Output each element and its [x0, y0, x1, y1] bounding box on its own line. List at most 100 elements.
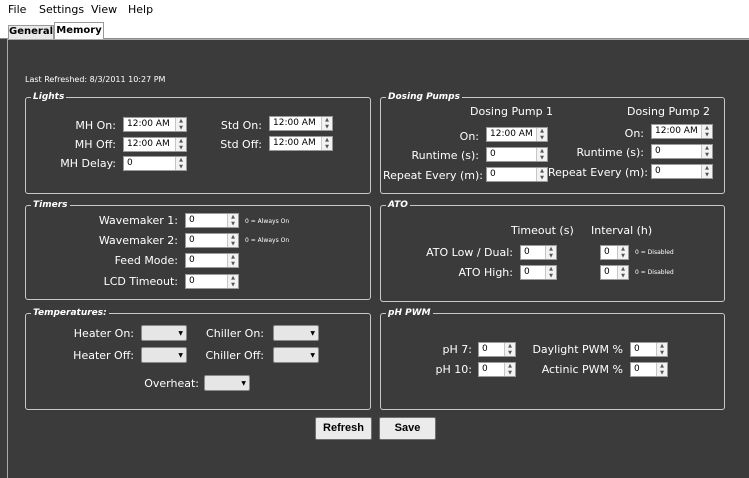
spinner-arrows-icon[interactable]: ▲ ▼	[701, 125, 712, 138]
chiller-on-label: Chiller On:	[206, 327, 264, 340]
ph-pwm-group-title: pH PWM	[386, 308, 433, 319]
pump1-runtime-label: Runtime (s):	[411, 149, 479, 162]
pump1-repeat-label: Repeat Every (m):	[383, 169, 483, 182]
ato-high-timeout-field[interactable]: 0 ▲ ▼	[520, 265, 557, 280]
spinner-arrows-icon[interactable]: ▲ ▼	[504, 363, 515, 376]
heater-on-dropdown[interactable]: ▼	[141, 325, 187, 341]
ph10-label: pH 10:	[435, 363, 472, 376]
spinner-arrows-icon[interactable]: ▲ ▼	[175, 138, 186, 151]
heater-off-dropdown[interactable]: ▼	[141, 347, 187, 363]
std-on-field[interactable]: 12:00 AM ▲ ▼	[269, 116, 333, 131]
mh-on-label: MH On:	[75, 119, 116, 132]
spinner-arrows-icon[interactable]: ▲ ▼	[701, 145, 712, 158]
menu-settings[interactable]: Settings	[39, 3, 84, 16]
spinner-arrows-icon[interactable]: ▲ ▼	[536, 168, 547, 181]
ph7-label: pH 7:	[442, 343, 472, 356]
timers-group-title: Timers	[31, 200, 70, 211]
chevron-down-icon: ▼	[241, 380, 246, 387]
daylight-pwm-label: Daylight PWM %	[532, 343, 623, 356]
lcd-timeout-label: LCD Timeout:	[103, 275, 178, 288]
feed-mode-field[interactable]: 0 ▲ ▼	[185, 253, 239, 268]
daylight-pwm-field[interactable]: 0 ▲ ▼	[630, 342, 668, 357]
mh-on-field[interactable]: 12:00 AM ▲ ▼	[123, 117, 187, 132]
overheat-label: Overheat:	[144, 377, 199, 390]
mh-delay-label: MH Delay:	[60, 157, 116, 170]
wavemaker-2-label: Wavemaker 2:	[98, 234, 178, 247]
std-on-label: Std On:	[220, 119, 262, 132]
wavemaker-2-field[interactable]: 0 ▲ ▼	[185, 233, 239, 248]
ato-low-timeout-field[interactable]: 0 ▲ ▼	[520, 245, 557, 260]
save-button[interactable]: Save	[379, 417, 436, 440]
menu-bar: File Settings View Help	[0, 0, 749, 20]
spinner-arrows-icon[interactable]: ▲ ▼	[617, 266, 628, 279]
chevron-down-icon: ▼	[310, 352, 315, 359]
wavemaker-1-note: 0 = Always On	[245, 218, 290, 225]
chiller-on-dropdown[interactable]: ▼	[273, 325, 319, 341]
actinic-pwm-field[interactable]: 0 ▲ ▼	[630, 362, 668, 377]
spinner-arrows-icon[interactable]: ▲ ▼	[227, 275, 238, 288]
dosing-pump-2-title: Dosing Pump 2	[627, 105, 711, 118]
tab-general[interactable]: General	[8, 25, 54, 39]
lights-group-title: Lights	[31, 92, 67, 103]
spinner-arrows-icon[interactable]: ▲ ▼	[545, 246, 556, 259]
spinner-arrows-icon[interactable]: ▲ ▼	[175, 157, 186, 170]
refresh-button[interactable]: Refresh	[315, 417, 372, 440]
menu-help[interactable]: Help	[128, 3, 153, 16]
pump2-repeat-label: Repeat Every (m):	[548, 166, 648, 179]
dosing-pumps-group-title: Dosing Pumps	[386, 92, 462, 103]
pump1-on-label: On:	[459, 130, 479, 143]
spinner-arrows-icon[interactable]: ▲ ▼	[504, 343, 515, 356]
spinner-arrows-icon[interactable]: ▲ ▼	[656, 343, 667, 356]
menu-view[interactable]: View	[91, 3, 117, 16]
heater-off-label: Heater Off:	[73, 349, 134, 362]
spinner-arrows-icon[interactable]: ▲ ▼	[536, 128, 547, 141]
spinner-arrows-icon[interactable]: ▲ ▼	[536, 148, 547, 161]
chiller-off-label: Chiller Off:	[205, 349, 264, 362]
pump2-repeat-field[interactable]: 0 ▲ ▼	[651, 164, 713, 179]
wavemaker-1-label: Wavemaker 1:	[98, 214, 178, 227]
spinner-arrows-icon[interactable]: ▲ ▼	[545, 266, 556, 279]
wavemaker-2-note: 0 = Always On	[245, 237, 290, 244]
ph10-field[interactable]: 0 ▲ ▼	[478, 362, 516, 377]
pump2-runtime-label: Runtime (s):	[576, 146, 644, 159]
pump1-repeat-field[interactable]: 0 ▲ ▼	[486, 167, 548, 182]
pump1-runtime-field[interactable]: 0 ▲ ▼	[486, 147, 548, 162]
pump2-on-label: On:	[624, 127, 644, 140]
pump1-on-field[interactable]: 12:00 AM ▲ ▼	[486, 127, 548, 142]
ato-group-title: ATO	[386, 200, 410, 211]
mh-delay-field[interactable]: 0 ▲ ▼	[123, 156, 187, 171]
wavemaker-1-field[interactable]: 0 ▲ ▼	[185, 213, 239, 228]
pump2-runtime-field[interactable]: 0 ▲ ▼	[651, 144, 713, 159]
ato-low-label: ATO Low / Dual:	[426, 246, 513, 259]
dosing-pump-1-title: Dosing Pump 1	[470, 105, 554, 118]
chiller-off-dropdown[interactable]: ▼	[273, 347, 319, 363]
ph7-field[interactable]: 0 ▲ ▼	[478, 342, 516, 357]
mh-off-label: MH Off:	[74, 138, 116, 151]
ato-high-interval-field[interactable]: 0 ▲ ▼	[600, 265, 629, 280]
spinner-arrows-icon[interactable]: ▲ ▼	[175, 118, 186, 131]
ato-low-interval-field[interactable]: 0 ▲ ▼	[600, 245, 629, 260]
pump2-on-field[interactable]: 12:00 AM ▲ ▼	[651, 124, 713, 139]
feed-mode-label: Feed Mode:	[114, 254, 178, 267]
chevron-down-icon: ▼	[178, 330, 183, 337]
last-refreshed-label: Last Refreshed: 8/3/2011 10:27 PM	[25, 75, 166, 84]
ph-pwm-group: pH PWM	[380, 308, 725, 410]
ato-high-note: 0 = Disabled	[635, 269, 674, 276]
spinner-arrows-icon[interactable]: ▲ ▼	[321, 117, 332, 130]
spinner-arrows-icon[interactable]: ▲ ▼	[227, 234, 238, 247]
spinner-arrows-icon[interactable]: ▲ ▼	[617, 246, 628, 259]
spinner-arrows-icon[interactable]: ▲ ▼	[227, 214, 238, 227]
ato-timeout-header: Timeout (s)	[511, 224, 574, 237]
menu-file[interactable]: File	[8, 3, 26, 16]
spinner-arrows-icon[interactable]: ▲ ▼	[227, 254, 238, 267]
spinner-arrows-icon[interactable]: ▲ ▼	[701, 165, 712, 178]
tab-memory[interactable]: Memory	[54, 22, 104, 40]
lcd-timeout-field[interactable]: 0 ▲ ▼	[185, 274, 239, 289]
overheat-dropdown[interactable]: ▼	[204, 375, 250, 391]
spinner-arrows-icon[interactable]: ▲ ▼	[656, 363, 667, 376]
mh-off-field[interactable]: 12:00 AM ▲ ▼	[123, 137, 187, 152]
std-off-field[interactable]: 12:00 AM ▲ ▼	[269, 136, 333, 151]
spinner-arrows-icon[interactable]: ▲ ▼	[321, 137, 332, 150]
ato-high-label: ATO High:	[458, 266, 513, 279]
std-off-label: Std Off:	[220, 138, 262, 151]
